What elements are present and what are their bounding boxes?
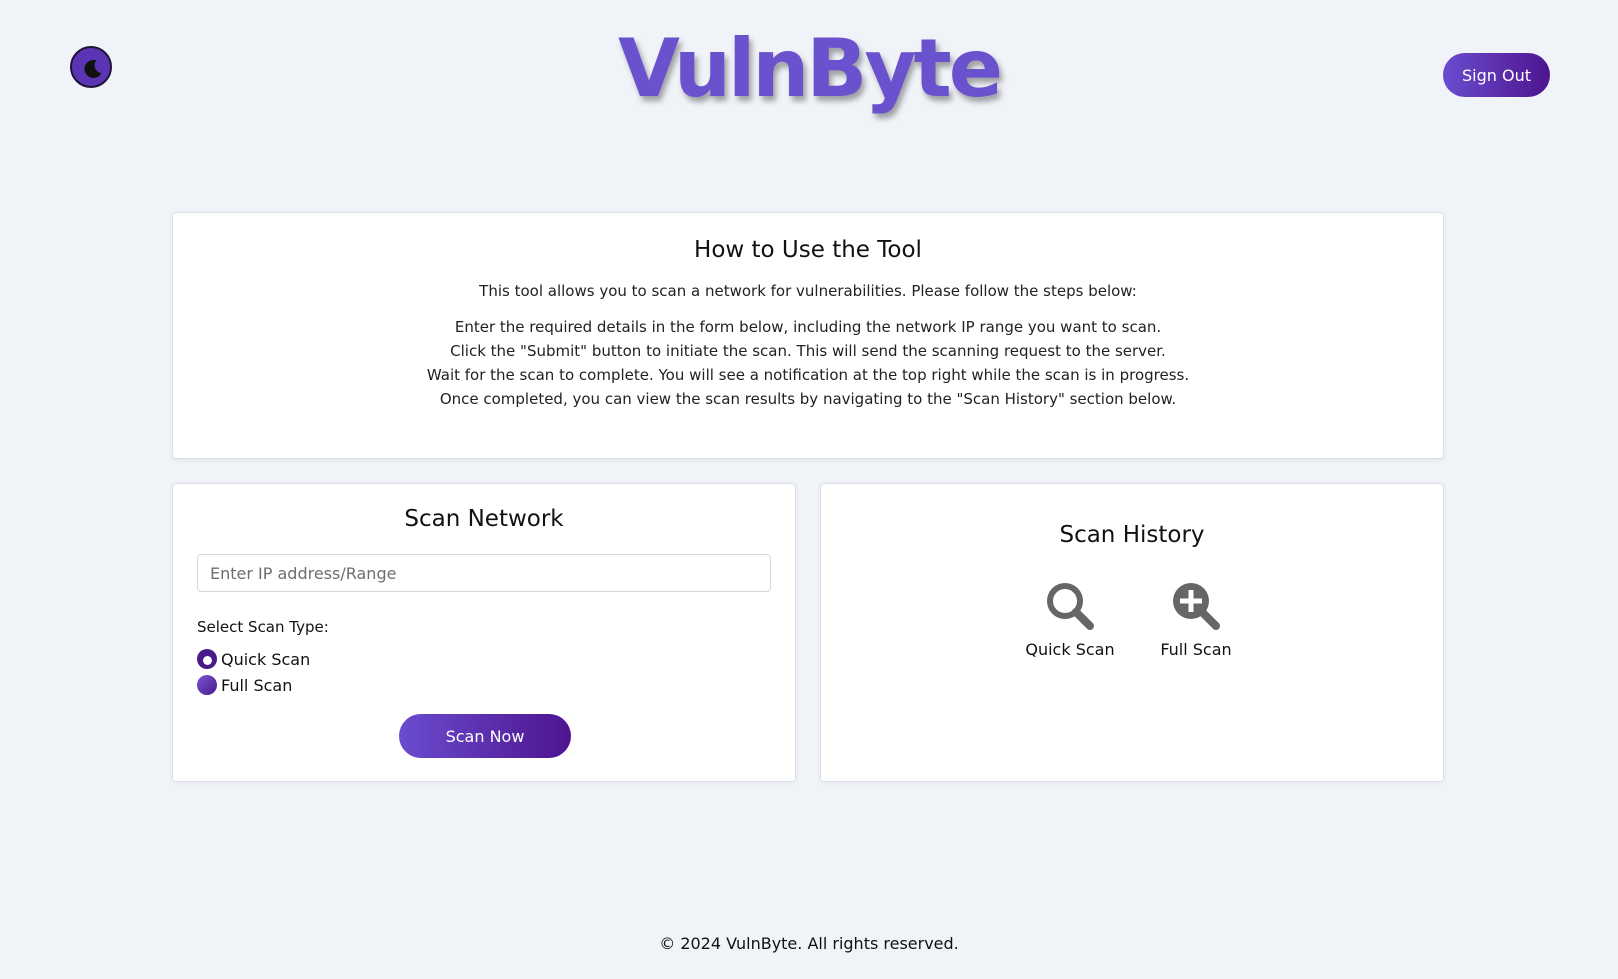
sign-out-button[interactable]: Sign Out [1443, 53, 1550, 97]
scan-history-links: Quick Scan Full Scan [821, 580, 1445, 659]
scan-network-title: Scan Network [404, 506, 564, 532]
full-scan-radio-label: Full Scan [221, 675, 293, 695]
full-scan-history-label: Full Scan [1160, 640, 1232, 659]
instruction-step: Wait for the scan to complete. You will … [426, 366, 1190, 384]
scan-type-label: Select Scan Type: [197, 618, 329, 636]
magnifier-plus-icon [1173, 583, 1220, 630]
full-scan-radio-option[interactable]: Full Scan [197, 675, 292, 695]
quick-scan-history-label: Quick Scan [1025, 640, 1115, 659]
scan-history-title: Scan History [1059, 522, 1205, 548]
instructions-intro: This tool allows you to scan a network f… [479, 282, 1137, 300]
instruction-step: Click the "Submit" button to initiate th… [450, 342, 1166, 360]
quick-scan-history-link[interactable]: Quick Scan [1022, 580, 1118, 659]
full-scan-history-link[interactable]: Full Scan [1148, 580, 1244, 659]
quick-scan-radio[interactable] [197, 649, 217, 669]
footer-copyright: © 2024 VulnByte. All rights reserved. [659, 934, 959, 953]
scan-history-card: Scan History Quick Scan Full Scan [820, 483, 1444, 782]
brand-logo: VulnByte [617, 22, 1003, 115]
scan-now-button[interactable]: Scan Now [399, 714, 571, 758]
instruction-step: Enter the required details in the form b… [454, 318, 1162, 336]
quick-scan-radio-label: Quick Scan [221, 649, 311, 669]
instruction-step: Once completed, you can view the scan re… [439, 390, 1177, 408]
scan-network-card: Scan Network Select Scan Type: Quick Sca… [172, 483, 796, 782]
quick-scan-radio-option[interactable]: Quick Scan [197, 649, 310, 669]
ip-address-input[interactable] [197, 554, 771, 592]
instructions-steps: Enter the required details in the form b… [173, 315, 1443, 411]
magnifier-icon [1047, 583, 1094, 630]
full-scan-radio[interactable] [197, 675, 217, 695]
instructions-title: How to Use the Tool [694, 237, 922, 263]
instructions-card: How to Use the Tool This tool allows you… [172, 212, 1444, 459]
